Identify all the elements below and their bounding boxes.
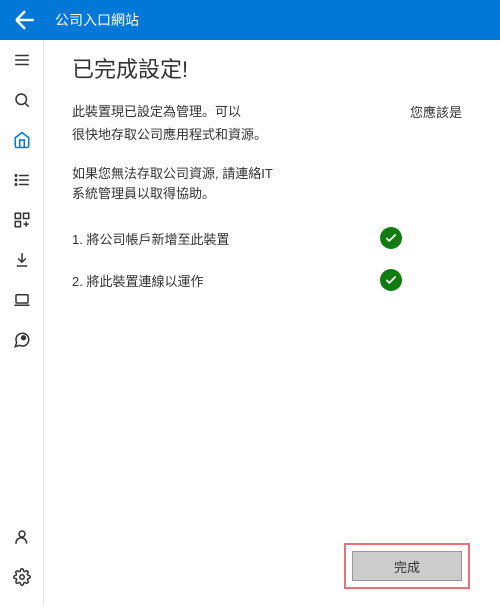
search-icon <box>13 91 31 109</box>
sidebar-download[interactable] <box>0 240 44 280</box>
arrow-left-icon <box>10 5 40 35</box>
sidebar-support[interactable] <box>0 320 44 360</box>
setup-step-1: 1. 將公司帳戶新增至此裝置 <box>72 227 472 249</box>
sidebar-search[interactable] <box>0 80 44 120</box>
hamburger-icon <box>13 51 31 69</box>
page-heading: 已完成設定! <box>72 52 472 84</box>
sidebar-device[interactable] <box>0 280 44 320</box>
gear-icon <box>13 568 31 586</box>
check-badge <box>380 269 402 291</box>
sidebar-apps[interactable] <box>0 200 44 240</box>
home-icon <box>13 131 31 149</box>
check-icon <box>384 273 398 287</box>
sidebar-list[interactable] <box>0 160 44 200</box>
description-line1: 此裝置現已設定為管理。可以 <box>72 102 241 123</box>
laptop-icon <box>13 291 31 309</box>
sidebar-profile[interactable] <box>0 517 44 557</box>
sidebar <box>0 40 44 605</box>
done-button[interactable]: 完成 <box>352 551 462 581</box>
download-icon <box>13 251 31 269</box>
sidebar-home[interactable] <box>0 120 44 160</box>
user-icon <box>13 528 31 546</box>
step-label: 1. 將公司帳戶新增至此裝置 <box>72 229 229 248</box>
list-icon <box>13 171 31 189</box>
step-label: 2. 將此裝置連線以運作 <box>72 271 203 290</box>
grid-plus-icon <box>13 211 31 229</box>
sidebar-settings[interactable] <box>0 557 44 597</box>
setup-step-2: 2. 將此裝置連線以運作 <box>72 269 472 291</box>
footer-area: 完成 <box>72 543 472 605</box>
help-line2: 系統管理員以取得協助。 <box>72 184 472 205</box>
titlebar-title: 公司入口網站 <box>55 10 139 30</box>
description-line2: 很快地存取公司應用程式和資源。 <box>72 125 472 146</box>
help-text: 如果您無法存取公司資源, 請連絡IT 系統管理員以取得協助。 <box>72 164 472 206</box>
back-button[interactable] <box>10 5 40 35</box>
check-badge <box>380 227 402 249</box>
help-line1: 如果您無法存取公司資源, 請連絡IT <box>72 164 472 185</box>
chat-icon <box>13 331 31 349</box>
titlebar: 公司入口網站 <box>0 0 500 40</box>
done-highlight: 完成 <box>344 543 470 589</box>
check-icon <box>384 231 398 245</box>
main-content: 已完成設定! 此裝置現已設定為管理。可以 您應該是 很快地存取公司應用程式和資源… <box>44 40 500 605</box>
sidebar-menu-button[interactable] <box>0 40 44 80</box>
description-right: 您應該是 <box>410 102 462 123</box>
